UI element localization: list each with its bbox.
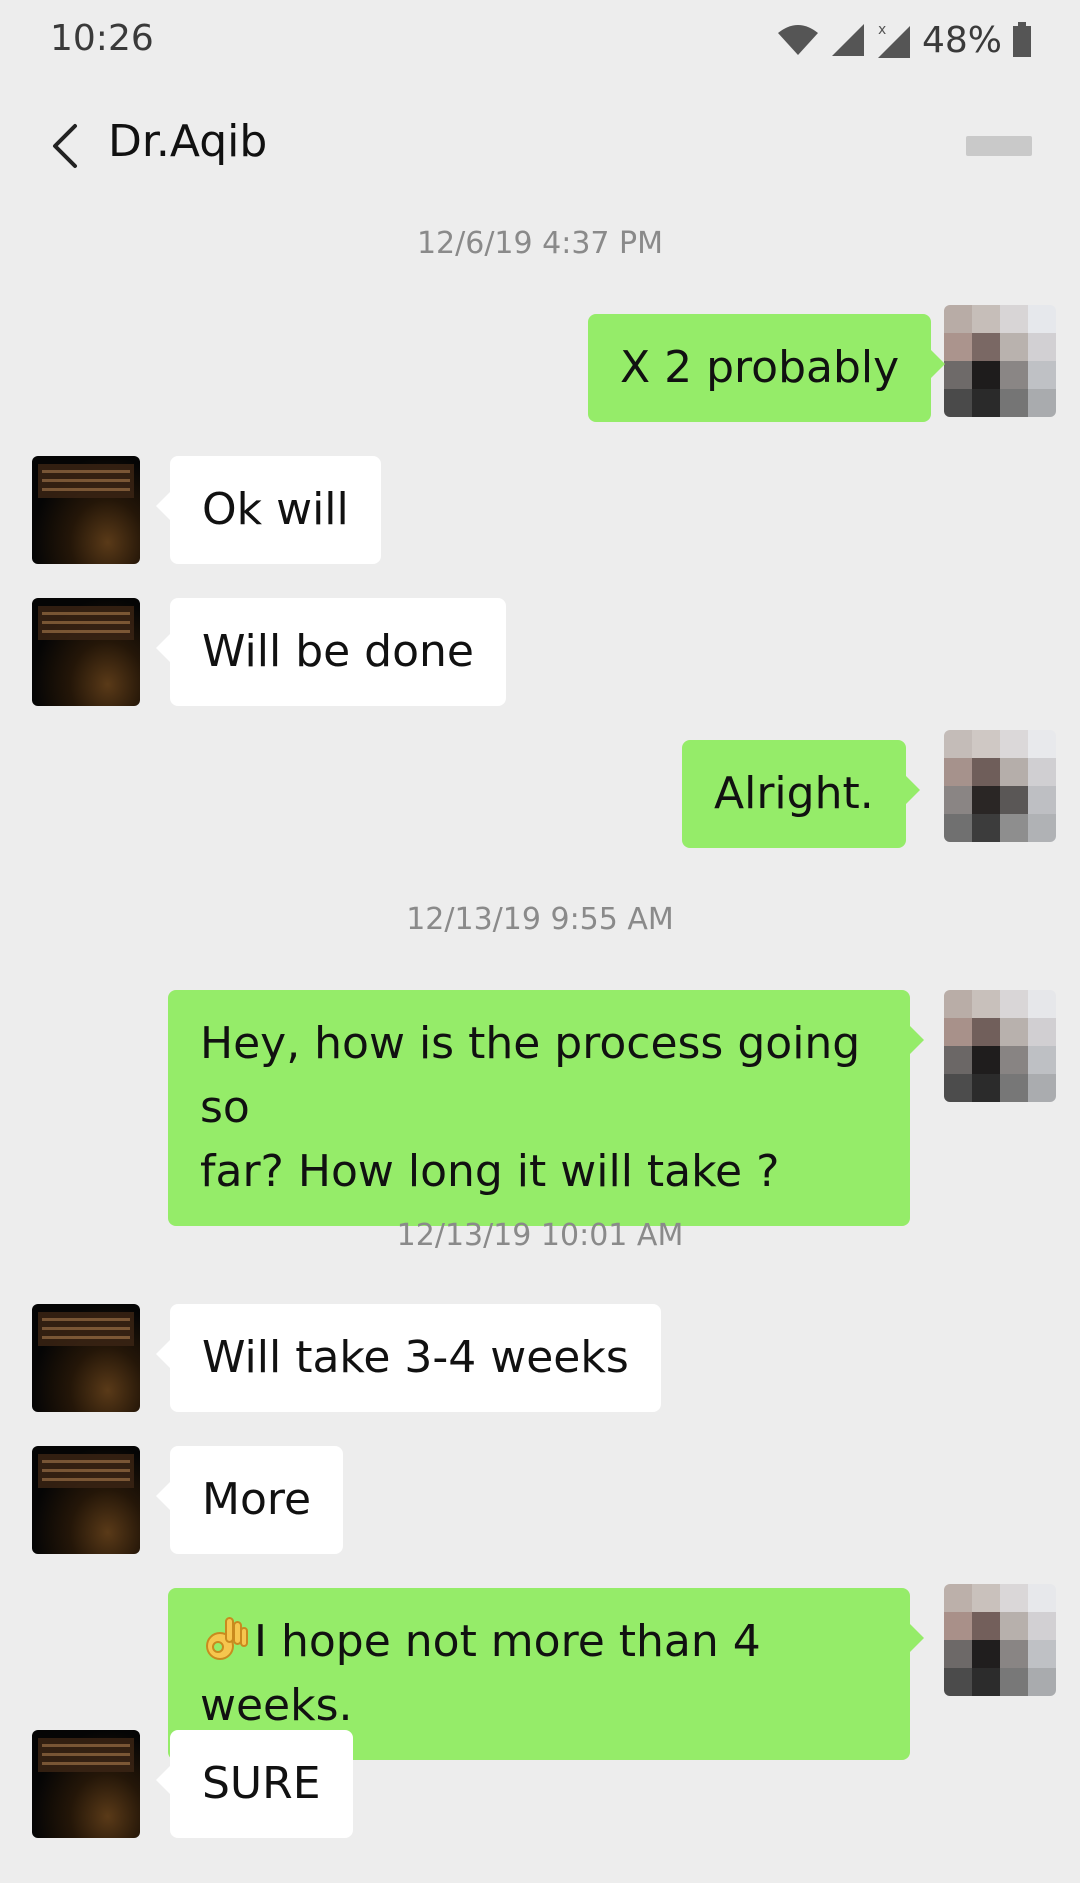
contact-avatar[interactable] — [32, 1446, 140, 1554]
message-text-line-1: Hey, how is the process going so — [200, 1018, 861, 1133]
chat-header: Dr.Aqib — [0, 80, 1080, 212]
message-text: I hope not more than 4 weeks. — [200, 1616, 761, 1731]
message-text: Alright. — [714, 768, 874, 819]
chat-title: Dr.Aqib — [108, 116, 268, 167]
message-timestamp: 12/13/19 10:01 AM — [396, 1218, 684, 1253]
own-avatar[interactable] — [944, 1584, 1056, 1696]
back-button[interactable] — [28, 110, 100, 182]
message-timestamp: 12/6/19 4:37 PM — [416, 226, 664, 261]
svg-text:x: x — [878, 22, 886, 38]
cellular-signal-icon — [831, 24, 864, 56]
message-text: Will be done — [202, 626, 474, 677]
contact-avatar[interactable] — [32, 456, 140, 564]
wifi-icon — [777, 25, 818, 55]
received-message-bubble[interactable]: Ok will — [156, 456, 381, 564]
message-text: X 2 probably — [620, 342, 900, 393]
battery-icon — [1013, 22, 1031, 57]
message-timestamp: 12/13/19 9:55 AM — [406, 902, 674, 937]
message-text: SURE — [202, 1758, 321, 1809]
ok-hand-icon — [206, 1617, 248, 1660]
received-message-bubble[interactable]: SURE — [156, 1730, 353, 1838]
received-message-bubble[interactable]: Will take 3-4 weeks — [156, 1304, 661, 1412]
own-avatar[interactable] — [944, 305, 1056, 417]
battery-percent: 48% — [921, 19, 1002, 61]
received-message-bubble[interactable]: Will be done — [156, 598, 506, 706]
sent-message-bubble[interactable]: X 2 probably — [588, 314, 946, 422]
received-message-bubble[interactable]: More — [155, 1446, 344, 1554]
contact-avatar[interactable] — [32, 1730, 140, 1838]
more-options-button[interactable] — [964, 124, 1034, 168]
contact-avatar[interactable] — [32, 598, 140, 706]
status-time: 10:26 — [50, 18, 154, 59]
status-bar: 10:26 x 48% — [0, 0, 1080, 80]
more-options-icon — [966, 136, 1032, 156]
chevron-left-icon — [53, 124, 77, 168]
sent-message-bubble[interactable]: Hey, how is the process going so far? Ho… — [168, 990, 924, 1226]
message-text: Ok will — [202, 484, 349, 535]
message-text-line-2: far? How long it will take ? — [200, 1146, 780, 1197]
cellular-no-data-icon: x — [877, 22, 910, 58]
status-icons: x 48% — [776, 16, 1032, 64]
own-avatar[interactable] — [944, 730, 1056, 842]
message-text: Will take 3-4 weeks — [202, 1332, 629, 1383]
contact-avatar[interactable] — [32, 1304, 140, 1412]
own-avatar[interactable] — [944, 990, 1056, 1102]
message-text: More — [202, 1474, 312, 1525]
sent-message-bubble[interactable]: Alright. — [682, 740, 920, 848]
